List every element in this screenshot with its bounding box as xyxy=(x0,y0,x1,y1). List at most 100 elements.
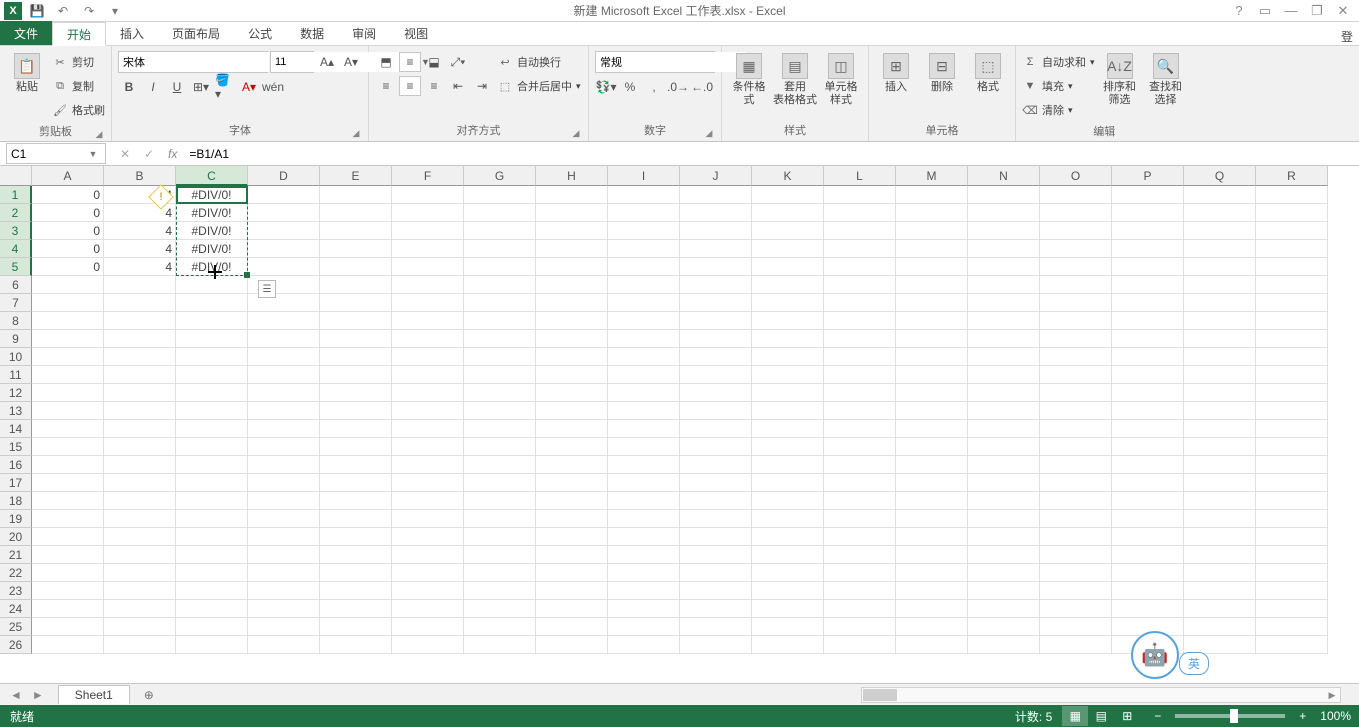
row-header[interactable]: 4 xyxy=(0,240,32,258)
cell[interactable] xyxy=(464,240,536,258)
cell[interactable] xyxy=(608,312,680,330)
cell[interactable] xyxy=(248,438,320,456)
cell[interactable] xyxy=(896,420,968,438)
cell[interactable] xyxy=(320,438,392,456)
cell[interactable] xyxy=(680,294,752,312)
cell[interactable] xyxy=(608,510,680,528)
underline-button[interactable]: U xyxy=(166,77,188,97)
qat-redo-button[interactable]: ↷ xyxy=(78,1,100,21)
row-header[interactable]: 8 xyxy=(0,312,32,330)
cell[interactable] xyxy=(1040,240,1112,258)
cell[interactable] xyxy=(968,258,1040,276)
cell[interactable] xyxy=(104,438,176,456)
cell[interactable] xyxy=(1256,420,1328,438)
cell[interactable] xyxy=(680,528,752,546)
cell[interactable] xyxy=(824,438,896,456)
row-header[interactable]: 14 xyxy=(0,420,32,438)
cell[interactable] xyxy=(824,366,896,384)
cell[interactable] xyxy=(824,510,896,528)
cell[interactable] xyxy=(1112,564,1184,582)
cell[interactable] xyxy=(320,636,392,654)
cell[interactable] xyxy=(1184,420,1256,438)
copy-button[interactable]: ⧉复制 xyxy=(52,75,105,97)
column-header[interactable]: O xyxy=(1040,166,1112,186)
cell[interactable] xyxy=(752,402,824,420)
cell[interactable] xyxy=(1256,276,1328,294)
font-dialog-launcher[interactable]: ◢ xyxy=(350,127,362,139)
accounting-format-button[interactable]: 💱▾ xyxy=(595,77,617,97)
cell[interactable] xyxy=(464,204,536,222)
cell[interactable] xyxy=(536,204,608,222)
cell[interactable] xyxy=(1256,438,1328,456)
cell[interactable] xyxy=(824,402,896,420)
cell[interactable] xyxy=(392,546,464,564)
cell[interactable] xyxy=(1040,366,1112,384)
enter-formula-button[interactable]: ✓ xyxy=(140,147,158,161)
decrease-decimal-button[interactable]: ←.0 xyxy=(691,77,713,97)
border-button[interactable]: ⊞▾ xyxy=(190,77,212,97)
cell[interactable] xyxy=(320,600,392,618)
cell[interactable] xyxy=(680,240,752,258)
cell[interactable] xyxy=(1112,348,1184,366)
column-header[interactable]: C xyxy=(176,166,248,186)
cell[interactable] xyxy=(1112,438,1184,456)
cell[interactable] xyxy=(896,294,968,312)
cell[interactable] xyxy=(1112,600,1184,618)
cell[interactable] xyxy=(752,312,824,330)
cell[interactable] xyxy=(608,384,680,402)
cell[interactable] xyxy=(1256,366,1328,384)
cell[interactable] xyxy=(32,564,104,582)
cell[interactable] xyxy=(896,546,968,564)
cell[interactable] xyxy=(680,600,752,618)
cell[interactable] xyxy=(536,474,608,492)
zoom-slider-knob[interactable] xyxy=(1230,709,1238,723)
cell[interactable] xyxy=(32,546,104,564)
cell[interactable] xyxy=(32,582,104,600)
cell[interactable] xyxy=(1040,618,1112,636)
cell[interactable] xyxy=(680,492,752,510)
cell[interactable] xyxy=(968,204,1040,222)
file-tab[interactable]: 文件 xyxy=(0,21,52,45)
cell[interactable] xyxy=(104,564,176,582)
cell[interactable] xyxy=(536,420,608,438)
italic-button[interactable]: I xyxy=(142,77,164,97)
cell[interactable] xyxy=(896,204,968,222)
scroll-right-button[interactable]: ▶ xyxy=(1324,688,1340,702)
row-header[interactable]: 7 xyxy=(0,294,32,312)
cell[interactable] xyxy=(824,312,896,330)
cell[interactable] xyxy=(752,384,824,402)
cell[interactable] xyxy=(1112,204,1184,222)
clear-button[interactable]: ⌫清除▾ xyxy=(1022,99,1095,121)
cell[interactable] xyxy=(968,438,1040,456)
cell[interactable] xyxy=(1112,186,1184,204)
cell[interactable] xyxy=(104,348,176,366)
fill-button[interactable]: ▼填充▾ xyxy=(1022,75,1095,97)
cell[interactable] xyxy=(896,474,968,492)
cell[interactable] xyxy=(824,204,896,222)
cell[interactable] xyxy=(1256,618,1328,636)
cell[interactable] xyxy=(1112,330,1184,348)
cell[interactable] xyxy=(320,384,392,402)
phonetic-button[interactable]: wén xyxy=(262,77,284,97)
cell[interactable] xyxy=(1112,240,1184,258)
cell[interactable] xyxy=(464,312,536,330)
cell[interactable] xyxy=(608,474,680,492)
cancel-formula-button[interactable]: ✕ xyxy=(116,147,134,161)
cell[interactable] xyxy=(824,528,896,546)
cell[interactable] xyxy=(536,312,608,330)
cell[interactable] xyxy=(464,186,536,204)
cell[interactable] xyxy=(1040,582,1112,600)
cell[interactable] xyxy=(752,456,824,474)
view-normal-button[interactable]: ▦ xyxy=(1062,706,1088,726)
cell[interactable] xyxy=(536,366,608,384)
column-header[interactable]: L xyxy=(824,166,896,186)
decrease-indent-button[interactable]: ⇤ xyxy=(447,76,469,96)
cell[interactable] xyxy=(1112,546,1184,564)
font-color-button[interactable]: A▾ xyxy=(238,77,260,97)
cell[interactable] xyxy=(32,312,104,330)
cell[interactable] xyxy=(32,438,104,456)
cell[interactable] xyxy=(968,636,1040,654)
cell[interactable] xyxy=(896,456,968,474)
comma-format-button[interactable]: , xyxy=(643,77,665,97)
cell[interactable] xyxy=(104,420,176,438)
